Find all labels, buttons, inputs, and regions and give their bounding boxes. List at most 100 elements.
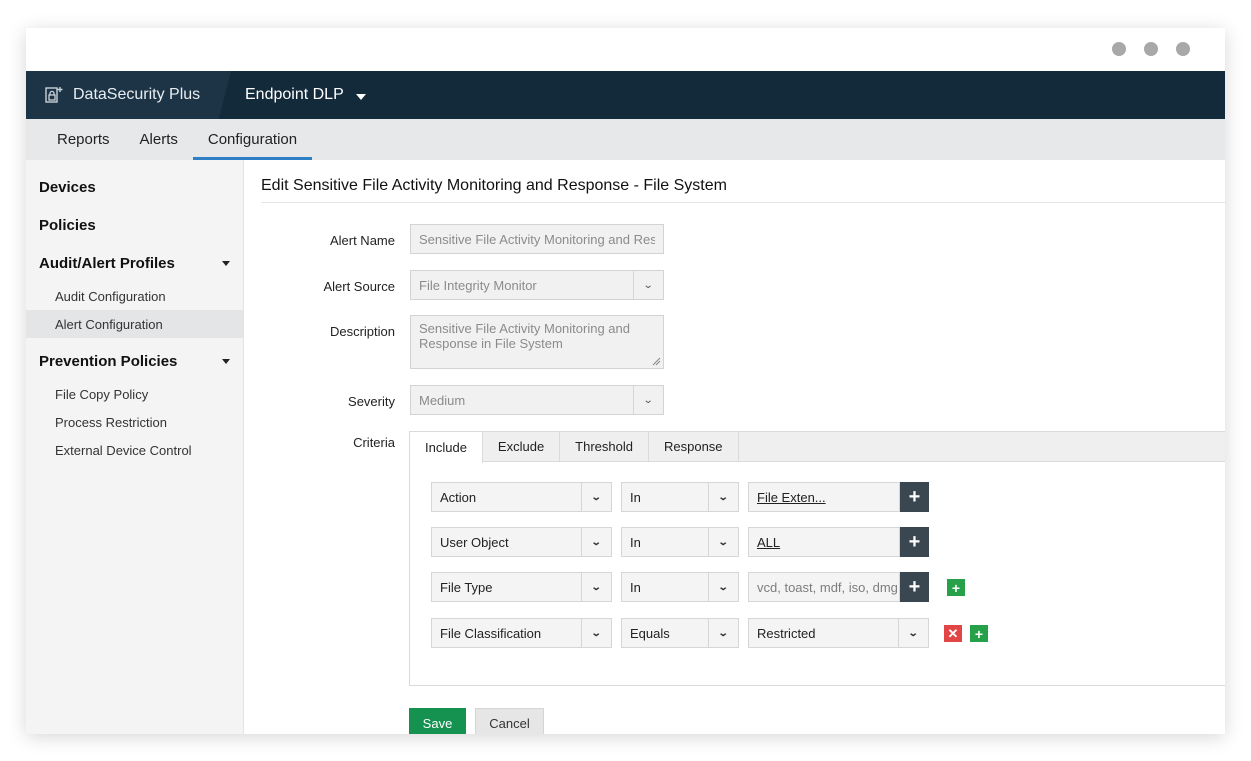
sidebar-item-audit-alert-profiles[interactable]: Audit/Alert Profiles [26,244,243,282]
window-dot-icon[interactable] [1176,42,1190,56]
tab-alerts[interactable]: Alerts [125,119,193,160]
sidebar-item-label: Audit/Alert Profiles [39,254,175,272]
criteria-operator-select[interactable]: In ⌄ [621,482,739,512]
window-dot-icon[interactable] [1144,42,1158,56]
brand-name: DataSecurity Plus [73,86,201,103]
criteria-operator-select[interactable]: Equals ⌄ [621,618,739,648]
criteria-value-text: vcd, toast, mdf, iso, dmg [757,579,898,595]
app-window: DataSecurity Plus Endpoint DLP Reports A… [26,28,1225,734]
description-label: Description [329,324,395,339]
alert-name-label: Alert Name [329,233,395,248]
chevron-down-icon: ⌄ [581,528,611,556]
caret-down-icon [222,358,230,364]
sidebar-item-audit-configuration[interactable]: Audit Configuration [26,282,243,310]
description-textarea[interactable]: Sensitive File Activity Monitoring and R… [410,315,664,369]
criteria-field-select[interactable]: Action ⌄ [431,482,612,512]
cancel-button[interactable]: Cancel [475,708,544,734]
main-content: Edit Sensitive File Activity Monitoring … [244,160,1225,734]
sidebar-item-label: Prevention Policies [39,352,178,370]
plus-icon: + [951,579,961,596]
tab-exclude[interactable]: Exclude [483,432,561,461]
criteria-field-select[interactable]: User Object ⌄ [431,527,612,557]
sidebar-item-process-restriction[interactable]: Process Restriction [26,408,243,436]
criteria-value-select[interactable]: Restricted ⌄ [748,618,929,648]
chevron-down-icon: ⌄ [581,619,611,647]
criteria-field-select[interactable]: File Type ⌄ [431,572,612,602]
caret-down-icon [355,93,366,100]
title-divider [261,202,1225,203]
save-button[interactable]: Save [409,708,466,734]
add-value-button[interactable]: + [900,572,929,602]
top-bar: DataSecurity Plus Endpoint DLP [26,71,1225,119]
criteria-field-value: User Object [440,534,509,550]
sidebar-item-devices[interactable]: Devices [26,168,243,206]
criteria-label: Criteria [353,435,395,450]
criteria-value-field[interactable]: ALL [748,527,900,557]
sidebar-item-policies[interactable]: Policies [26,206,243,244]
plus-icon: + [974,625,984,642]
add-value-button[interactable]: + [900,482,929,512]
criteria-value-text: Restricted [757,625,816,641]
module-switcher[interactable]: Endpoint DLP [231,86,366,104]
add-row-button[interactable]: + [947,579,965,596]
tab-response[interactable]: Response [649,432,739,461]
sidebar-item-alert-configuration[interactable]: Alert Configuration [26,310,243,338]
chevron-down-icon: ⌄ [708,528,738,556]
criteria-operator-value: In [630,489,641,505]
criteria-operator-value: In [630,579,641,595]
description-value: Sensitive File Activity Monitoring and R… [419,321,630,351]
plus-icon: + [908,485,921,508]
add-row-button[interactable]: + [970,625,988,642]
alert-source-value: File Integrity Monitor [419,277,537,293]
sidebar: Devices Policies Audit/Alert Profiles Au… [26,160,244,734]
sidebar-item-label: Policies [39,216,96,234]
severity-select[interactable]: Medium ⌄ [410,385,664,415]
datasecurity-logo-icon [45,87,63,103]
alert-source-label: Alert Source [323,279,395,294]
remove-row-button[interactable]: ✕ [944,625,962,642]
plus-icon: + [908,575,921,598]
criteria-field-value: File Type [440,579,493,595]
criteria-value-link[interactable]: File Exten... [757,490,826,505]
close-icon: ✕ [947,625,959,641]
add-value-button[interactable]: + [900,527,929,557]
criteria-operator-select[interactable]: In ⌄ [621,527,739,557]
sidebar-item-external-device-control[interactable]: External Device Control [26,436,243,464]
chevron-down-icon: ⌄ [581,483,611,511]
criteria-field-value: File Classification [440,625,542,641]
window-controls [1112,42,1190,56]
brand[interactable]: DataSecurity Plus [26,71,231,119]
plus-icon: + [908,530,921,553]
chevron-down-icon: ⌄ [633,271,663,299]
chevron-down-icon: ⌄ [708,619,738,647]
criteria-panel: Include Exclude Threshold Response Actio… [409,431,1225,686]
criteria-operator-select[interactable]: In ⌄ [621,572,739,602]
body-area: Devices Policies Audit/Alert Profiles Au… [26,160,1225,734]
criteria-field-select[interactable]: File Classification ⌄ [431,618,612,648]
chevron-down-icon: ⌄ [898,619,928,647]
page-title: Edit Sensitive File Activity Monitoring … [261,177,727,194]
criteria-value-field[interactable]: File Exten... [748,482,900,512]
tab-reports[interactable]: Reports [42,119,125,160]
main-nav: Reports Alerts Configuration [26,119,1225,160]
chevron-down-icon: ⌄ [708,483,738,511]
tab-threshold[interactable]: Threshold [560,432,649,461]
sidebar-item-file-copy-policy[interactable]: File Copy Policy [26,380,243,408]
window-chrome [26,28,1225,71]
severity-value: Medium [419,392,466,408]
resize-handle-icon[interactable] [652,357,661,366]
tab-include[interactable]: Include [410,432,483,463]
alert-name-input[interactable]: Sensitive File Activity Monitoring and R… [410,224,664,254]
alert-source-select[interactable]: File Integrity Monitor ⌄ [410,270,664,300]
criteria-value-link[interactable]: ALL [757,535,780,550]
chevron-down-icon: ⌄ [633,386,663,414]
criteria-value-input[interactable]: vcd, toast, mdf, iso, dmg [748,572,900,602]
sidebar-item-prevention-policies[interactable]: Prevention Policies [26,342,243,380]
module-name: Endpoint DLP [245,86,344,103]
criteria-field-value: Action [440,489,477,505]
tab-configuration[interactable]: Configuration [192,119,313,160]
criteria-operator-value: Equals [630,625,670,641]
severity-label: Severity [348,394,395,409]
window-dot-icon[interactable] [1112,42,1126,56]
alert-name-value: Sensitive File Activity Monitoring and R… [419,231,655,247]
